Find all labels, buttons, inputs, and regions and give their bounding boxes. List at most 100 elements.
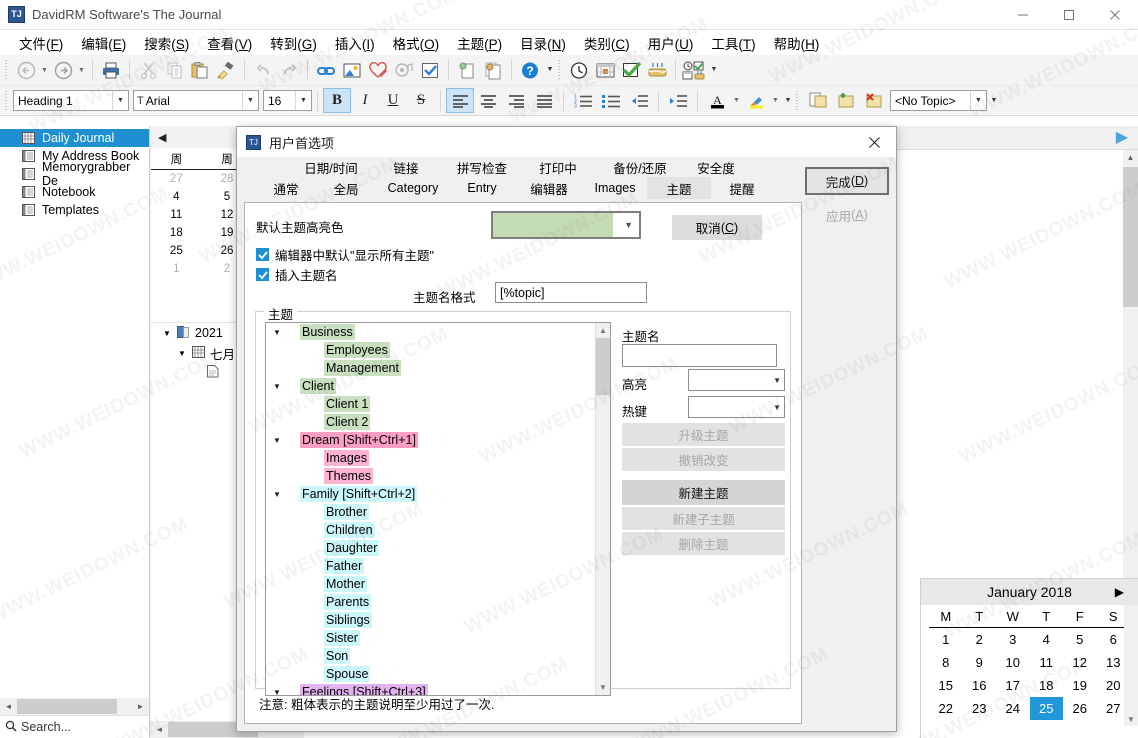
topic-combo[interactable]: <No Topic> ▼ (890, 90, 987, 111)
chevron-down-icon[interactable]: ▼ (266, 382, 288, 391)
reminders-icon[interactable] (681, 58, 707, 83)
forward-icon[interactable] (50, 58, 76, 83)
calendar-day[interactable]: 16 (963, 674, 997, 697)
topic-tree-row[interactable]: Brother (266, 503, 595, 521)
calendar-day[interactable]: 5 (1063, 628, 1097, 651)
calendar-day[interactable]: 2 (963, 628, 997, 651)
tab-reminders[interactable]: 提醒 (711, 177, 773, 199)
show-all-topics-checkbox-row[interactable]: 编辑器中默认"显示所有主题" (256, 245, 434, 264)
topic-tree-row[interactable]: Client 1 (266, 395, 595, 413)
default-topic-color-dropdown[interactable]: ▼ (491, 211, 641, 239)
bulleted-list-icon[interactable] (597, 88, 625, 113)
tab-editor[interactable]: 编辑器 (515, 177, 583, 199)
chevron-up-icon[interactable]: ▲ (1123, 150, 1138, 165)
tab-entry[interactable]: Entry (449, 177, 515, 199)
outdent-icon[interactable] (625, 88, 653, 113)
toolbar-grip[interactable] (4, 90, 10, 111)
topic-list-icon[interactable] (804, 88, 832, 113)
chevron-down-icon[interactable]: ▼ (178, 349, 192, 358)
topic-tree-row[interactable]: Mother (266, 575, 595, 593)
tab-spellcheck[interactable]: 拼写检查 (445, 157, 519, 177)
topic-tree-row[interactable]: Management (266, 359, 595, 377)
cut-icon[interactable] (135, 58, 161, 83)
topic-tree-row[interactable]: Themes (266, 467, 595, 485)
font-family-combo[interactable]: T Arial ▼ (133, 90, 259, 111)
calendar-day[interactable]: 9 (963, 651, 997, 674)
new-from-template-icon[interactable] (480, 58, 506, 83)
topic-tree-row[interactable]: ▼ Client (266, 377, 595, 395)
menu-item-goto[interactable]: 转到(G) (261, 31, 326, 55)
font-color-dropdown-icon[interactable]: ▼ (731, 88, 742, 113)
tab-backup-restore[interactable]: 备份/还原 (597, 157, 683, 177)
topic-tree-row[interactable]: Siblings (266, 611, 595, 629)
new-subtopic-button[interactable]: 新建子主题 (622, 507, 785, 530)
calendar-day[interactable]: 3 (996, 628, 1030, 651)
checkbox-icon[interactable] (256, 248, 269, 261)
menu-item-contents[interactable]: 目录(N) (511, 31, 575, 55)
journal-item-templates[interactable]: Templates (0, 201, 149, 219)
italic-button[interactable]: I (351, 88, 379, 113)
chevron-down-icon[interactable]: ▼ (596, 680, 610, 695)
chevron-down-icon[interactable]: ▼ (266, 328, 288, 337)
new-topic-icon[interactable] (832, 88, 860, 113)
journal-horizontal-scrollbar[interactable]: ◄ ► (0, 698, 149, 715)
copy-icon[interactable] (161, 58, 187, 83)
scroll-thumb[interactable] (596, 338, 610, 395)
chevron-down-icon[interactable]: ▼ (266, 436, 288, 445)
topic-tree-row[interactable]: ▼ Business (266, 323, 595, 341)
new-topic-button[interactable]: 新建主题 (622, 480, 785, 505)
menu-item-user[interactable]: 用户(U) (639, 31, 703, 55)
highlight-color-dropdown-icon[interactable]: ▼ (770, 88, 781, 113)
calendar-day[interactable]: 23 (963, 697, 997, 720)
align-justify-icon[interactable] (530, 88, 558, 113)
apply-button[interactable]: 应用(A) (805, 202, 889, 228)
menu-item-view[interactable]: 查看(V) (198, 31, 261, 55)
mini-calendar-day[interactable]: 18 (151, 224, 202, 242)
calendar-day[interactable]: 12 (1063, 651, 1097, 674)
topic-tree-row[interactable]: Images (266, 449, 595, 467)
task-icon[interactable] (618, 58, 644, 83)
tab-link[interactable]: 链接 (367, 157, 445, 177)
chevron-down-icon[interactable]: ▼ (773, 370, 781, 390)
format-painter-icon[interactable] (213, 58, 239, 83)
journal-item-daily-journal[interactable]: Daily Journal (0, 129, 149, 147)
topic-tree-row[interactable]: Parents (266, 593, 595, 611)
topic-tree-row[interactable]: Daughter (266, 539, 595, 557)
mini-calendar-day[interactable]: 1 (151, 260, 202, 278)
strikethrough-button[interactable]: S (407, 88, 435, 113)
calendar-day[interactable]: 10 (996, 651, 1030, 674)
menu-item-tools[interactable]: 工具(T) (702, 31, 764, 55)
ok-button[interactable]: 完成(D) (805, 167, 889, 195)
overflow-icon[interactable]: ▼ (987, 88, 1001, 113)
link-icon[interactable] (313, 58, 339, 83)
maximize-icon[interactable] (1046, 0, 1092, 30)
calendar-day[interactable]: 26 (1063, 697, 1097, 720)
scroll-thumb[interactable] (17, 699, 117, 714)
chevron-down-icon[interactable]: ▼ (1124, 715, 1138, 724)
forward-dropdown-icon[interactable]: ▼ (76, 58, 87, 83)
topic-tree-row[interactable]: Children (266, 521, 595, 539)
insert-image-icon[interactable] (339, 58, 365, 83)
topic-tree-row[interactable]: Client 2 (266, 413, 595, 431)
cancel-button[interactable]: 取消(C) (672, 215, 762, 240)
close-icon[interactable] (1092, 0, 1138, 30)
align-right-icon[interactable] (502, 88, 530, 113)
triangle-right-icon[interactable]: ▶ (1116, 127, 1128, 147)
clock-icon[interactable] (566, 58, 592, 83)
back-icon[interactable] (13, 58, 39, 83)
birthday-icon[interactable] (644, 58, 670, 83)
undo-changes-button[interactable]: 撤销改变 (622, 448, 785, 471)
search-bar[interactable]: Search... (0, 715, 149, 738)
delete-topic-button[interactable]: 删除主题 (622, 532, 785, 555)
align-left-icon[interactable] (446, 88, 474, 113)
chevron-down-icon[interactable]: ▼ (242, 91, 258, 110)
calendar-day[interactable]: 17 (996, 674, 1030, 697)
calendar-day[interactable]: 4 (1030, 628, 1064, 651)
back-dropdown-icon[interactable]: ▼ (39, 58, 50, 83)
chevron-down-icon[interactable]: ▼ (112, 91, 128, 110)
calendar-day[interactable]: 8 (929, 651, 963, 674)
overflow-icon[interactable]: ▼ (781, 88, 795, 113)
menu-item-insert[interactable]: 插入(I) (326, 31, 384, 55)
calendar-day[interactable]: 24 (996, 697, 1030, 720)
topic-name-input[interactable] (622, 344, 777, 367)
